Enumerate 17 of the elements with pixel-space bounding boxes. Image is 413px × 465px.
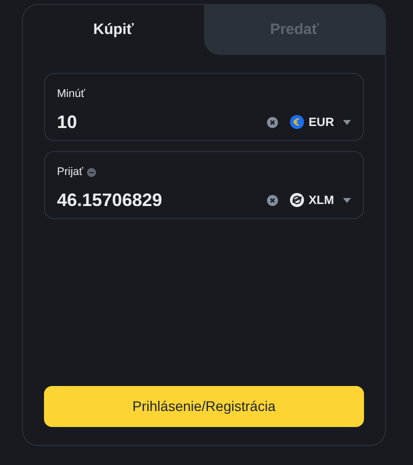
clear-icon[interactable] — [266, 116, 278, 128]
login-register-button[interactable]: Prihlásenie/Registrácia — [44, 386, 364, 427]
field-label: Minúť — [57, 87, 85, 102]
currency-code: XLM — [308, 192, 334, 209]
clear-icon[interactable] — [266, 194, 278, 206]
caret-icon — [343, 120, 351, 124]
info-icon — [87, 168, 96, 177]
amount-value: 46.15706829 — [57, 188, 164, 212]
currency-selector[interactable]: EUR — [290, 113, 351, 131]
euro-coin-icon — [290, 115, 304, 129]
amount-value: 10 — [57, 110, 78, 134]
amount-field[interactable]: Minúť 10 EUR — [44, 73, 364, 141]
currency-selector[interactable]: XLM — [290, 191, 351, 209]
caret-icon — [343, 198, 351, 202]
field-label: Prijať — [57, 165, 84, 180]
currency-code: EUR — [308, 114, 334, 131]
amount-field[interactable]: Prijať 46.15706829 XLM — [44, 151, 364, 219]
